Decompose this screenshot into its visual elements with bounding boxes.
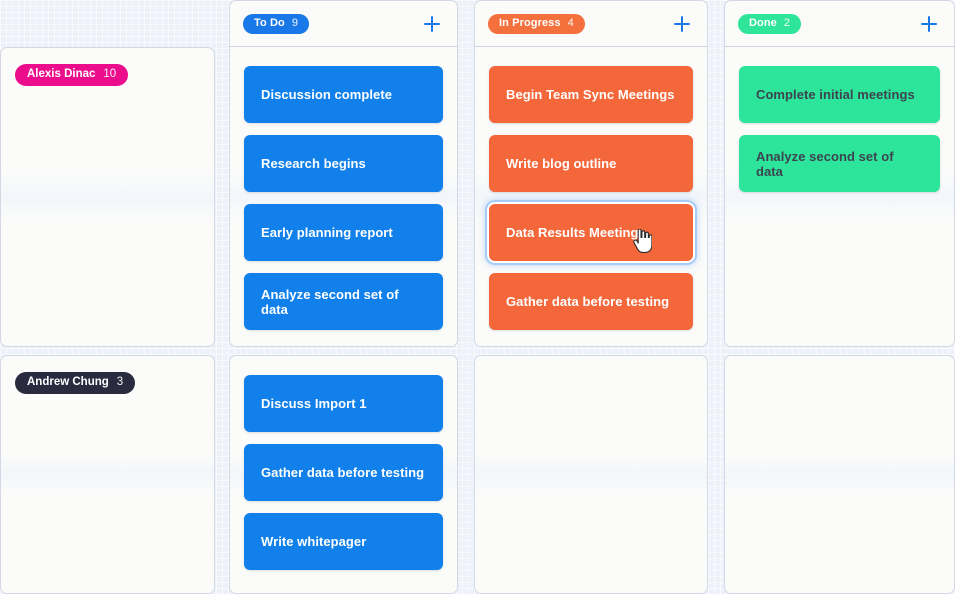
swimlane-header-andrew: Andrew Chung 3: [0, 355, 215, 594]
task-card-title: Data Results Meeting: [506, 225, 639, 240]
task-card[interactable]: Data Results Meeting: [489, 204, 693, 261]
task-card[interactable]: Research begins: [244, 135, 443, 192]
task-card-title: Complete initial meetings: [756, 87, 915, 102]
task-card-title: Write blog outline: [506, 156, 617, 171]
board-cell-todo-alexis: Discussion complete Research begins Early …: [229, 47, 458, 347]
task-card[interactable]: Gather data before testing: [244, 444, 443, 501]
add-card-button-inprogress[interactable]: [671, 13, 693, 35]
status-badge-done[interactable]: Done 2: [738, 13, 802, 35]
task-card-title: Analyze second set of data: [756, 148, 894, 179]
card-list: Complete initial meetings Analyze second …: [739, 66, 940, 192]
status-badge-label: In Progress: [499, 16, 561, 29]
add-card-button-done[interactable]: [918, 13, 940, 35]
column-header-done: Done 2: [724, 0, 955, 47]
status-badge-count: 2: [783, 16, 791, 29]
board-cell-inprogress-andrew: [474, 355, 708, 594]
task-card-title: Analyze second set of data: [261, 286, 399, 317]
task-card[interactable]: Begin Team Sync Meetings: [489, 66, 693, 123]
task-card[interactable]: Complete initial meetings: [739, 66, 940, 123]
kanban-board: To Do 9 In Progress 4 Done 2 Alexis Dina…: [0, 0, 955, 594]
task-card[interactable]: Discussion complete: [244, 66, 443, 123]
column-header-todo: To Do 9: [229, 0, 458, 47]
task-card-title: Begin Team Sync Meetings: [506, 87, 675, 102]
task-card-title: Research begins: [261, 156, 366, 171]
task-card[interactable]: Early planning report: [244, 204, 443, 261]
add-card-button-todo[interactable]: [421, 13, 443, 35]
status-badge-label: To Do: [254, 16, 285, 29]
task-card-title: Discussion complete: [261, 87, 392, 102]
task-card-title: Gather data before testing: [506, 294, 670, 309]
status-badge-inprogress[interactable]: In Progress 4: [488, 13, 585, 35]
task-card-title: Early planning report: [261, 225, 393, 240]
board-cell-todo-andrew: Discuss Import 1 Gather data before testi…: [229, 355, 458, 594]
status-badge-label: Done: [749, 16, 777, 29]
card-list: Discussion complete Research begins Early …: [244, 66, 443, 330]
swimlane-header-alexis: Alexis Dinac 10: [0, 47, 215, 347]
task-card-title: Write whitepager: [261, 534, 367, 549]
card-list: Begin Team Sync Meetings Write blog outli…: [489, 66, 693, 330]
task-card-title: Gather data before testing: [261, 465, 425, 480]
swimlane-count: 10: [103, 68, 117, 80]
swimlane-badge-alexis[interactable]: Alexis Dinac 10: [15, 64, 129, 86]
task-card[interactable]: Write whitepager: [244, 513, 443, 570]
board-cell-done-andrew: [724, 355, 955, 594]
board-cell-done-alexis: Complete initial meetings Analyze second …: [724, 47, 955, 347]
task-card[interactable]: Discuss Import 1: [244, 375, 443, 432]
column-header-inprogress: In Progress 4: [474, 0, 708, 47]
swimlane-name: Alexis Dinac: [27, 68, 96, 80]
board-cell-inprogress-alexis: Begin Team Sync Meetings Write blog outli…: [474, 47, 708, 347]
status-badge-todo[interactable]: To Do 9: [243, 13, 310, 35]
task-card-title: Discuss Import 1: [261, 396, 367, 411]
task-card[interactable]: Analyze second set of data: [244, 273, 443, 330]
task-card[interactable]: Gather data before testing: [489, 273, 693, 330]
swimlane-count: 3: [116, 376, 124, 388]
task-card[interactable]: Analyze second set of data: [739, 135, 940, 192]
status-badge-count: 4: [567, 16, 574, 29]
status-badge-count: 9: [291, 16, 299, 29]
card-list: Discuss Import 1 Gather data before testi…: [244, 375, 443, 570]
swimlane-badge-andrew[interactable]: Andrew Chung 3: [15, 372, 136, 394]
task-card[interactable]: Write blog outline: [489, 135, 693, 192]
swimlane-name: Andrew Chung: [27, 376, 109, 388]
